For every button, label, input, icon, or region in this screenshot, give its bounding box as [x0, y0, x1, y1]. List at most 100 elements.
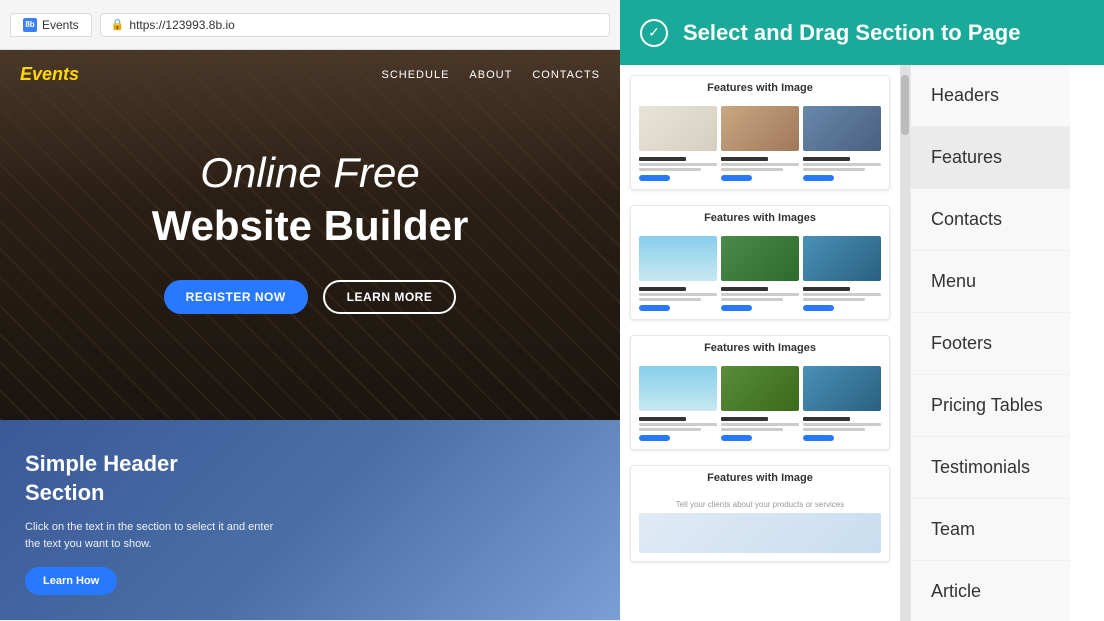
mini-label-2 [721, 157, 768, 161]
address-text: https://123993.8b.io [129, 18, 234, 32]
category-panel: Headers Features Contacts Menu Footers P… [910, 65, 1070, 621]
nav-contacts[interactable]: CONTACTS [532, 69, 600, 81]
section-card-4[interactable]: Features with Image Tell your clients ab… [630, 465, 890, 562]
learn-how-button[interactable]: Learn How [25, 567, 117, 595]
mini-btn-1 [639, 175, 670, 181]
category-headers[interactable]: Headers [911, 65, 1070, 127]
section-card-2-title: Features with Images [631, 206, 889, 228]
mini-label-sm-3 [721, 163, 799, 166]
section-card-2[interactable]: Features with Images [630, 205, 890, 320]
mini-btn-4 [639, 305, 670, 311]
register-button[interactable]: REGISTER NOW [164, 280, 308, 314]
tab-label: Events [42, 18, 79, 32]
website-preview: Events SCHEDULE ABOUT CONTACTS Online Fr… [0, 50, 620, 621]
browser-tab[interactable]: 8b Events [10, 13, 92, 37]
category-article[interactable]: Article [911, 561, 1070, 621]
mini-img-sky-1 [639, 236, 717, 281]
mini-label-3 [803, 157, 850, 161]
mini-label-sm-1 [639, 163, 717, 166]
category-contacts[interactable]: Contacts [911, 189, 1070, 251]
top-bar: ✓ Select and Drag Section to Page [620, 0, 1104, 65]
simple-header-desc: Click on the text in the section to sele… [25, 519, 285, 552]
mini-btn-5 [721, 305, 752, 311]
scrollbar-area[interactable] [900, 65, 910, 621]
mini-text-col-5 [721, 287, 799, 311]
simple-header-section: Simple HeaderSection Click on the text i… [0, 420, 620, 620]
section-card-3-title: Features with Images [631, 336, 889, 358]
mini-images-row-1 [639, 106, 881, 151]
section-card-1[interactable]: Features with Image [630, 75, 890, 190]
nav-schedule[interactable]: SCHEDULE [382, 69, 450, 81]
mini-label-sm-7 [639, 293, 717, 296]
mini-btn-8 [721, 435, 752, 441]
mini-label-6 [803, 287, 850, 291]
content-area: Features with Image [620, 65, 1104, 621]
mini-img-blue-1 [803, 236, 881, 281]
mini-text-col-4 [639, 287, 717, 311]
mini-btn-7 [639, 435, 670, 441]
hero-buttons: REGISTER NOW LEARN MORE [20, 280, 600, 314]
mini-label-9 [803, 417, 850, 421]
mini-label-4 [639, 287, 686, 291]
mini-label-sm-13 [639, 423, 717, 426]
mini-images-row-3 [639, 366, 881, 411]
mini-label-sm-10 [721, 298, 783, 301]
right-panel: ✓ Select and Drag Section to Page Featur… [620, 0, 1104, 621]
mini-text-col-7 [639, 417, 717, 441]
mini-label-sm-14 [639, 428, 701, 431]
check-mark: ✓ [648, 24, 660, 41]
mini-btn-3 [803, 175, 834, 181]
mini-text-grid-3 [639, 417, 881, 441]
mini-img-wood [721, 106, 799, 151]
nav-about[interactable]: ABOUT [469, 69, 512, 81]
site-logo: Events [20, 64, 79, 85]
lock-icon: 🔒 [111, 18, 125, 31]
hero-section: Events SCHEDULE ABOUT CONTACTS Online Fr… [0, 50, 620, 420]
section-card-3-body [631, 358, 889, 449]
mini-label-sm-5 [803, 163, 881, 166]
section-card-1-body [631, 98, 889, 189]
mini-img-office [639, 106, 717, 151]
category-pricing-tables[interactable]: Pricing Tables [911, 375, 1070, 437]
mini-label-sm-2 [639, 168, 701, 171]
mini-text-grid-2 [639, 287, 881, 311]
address-bar[interactable]: 🔒 https://123993.8b.io [100, 13, 610, 37]
thumbnails-panel[interactable]: Features with Image [620, 65, 900, 621]
section-card-4-img [639, 513, 881, 553]
category-testimonials[interactable]: Testimonials [911, 437, 1070, 499]
mini-label-sm-12 [803, 298, 865, 301]
mini-label-1 [639, 157, 686, 161]
section-card-4-title: Features with Image [631, 466, 889, 488]
mini-img-sky-2 [639, 366, 717, 411]
mini-img-blue-2 [803, 366, 881, 411]
category-features[interactable]: Features [911, 127, 1070, 189]
category-team[interactable]: Team [911, 499, 1070, 561]
mini-btn-6 [803, 305, 834, 311]
hero-content: Online Free Website Builder REGISTER NOW… [0, 99, 620, 344]
mini-img-meeting [803, 106, 881, 151]
hero-title-1: Online Free [20, 149, 600, 197]
category-footers[interactable]: Footers [911, 313, 1070, 375]
category-menu[interactable]: Menu [911, 251, 1070, 313]
mini-label-sm-16 [721, 428, 783, 431]
section-card-3[interactable]: Features with Images [630, 335, 890, 450]
mini-text-col-2 [721, 157, 799, 181]
learn-more-button[interactable]: LEARN MORE [323, 280, 457, 314]
site-nav-links: SCHEDULE ABOUT CONTACTS [382, 69, 601, 81]
check-icon: ✓ [640, 19, 668, 47]
mini-text-col-8 [721, 417, 799, 441]
section-card-4-subtitle: Tell your clients about your products or… [639, 496, 881, 513]
mini-text-col-3 [803, 157, 881, 181]
section-card-1-title: Features with Image [631, 76, 889, 98]
site-nav: Events SCHEDULE ABOUT CONTACTS [0, 50, 620, 99]
mini-label-sm-9 [721, 293, 799, 296]
browser-panel: 8b Events 🔒 https://123993.8b.io Events … [0, 0, 620, 621]
section-card-2-body [631, 228, 889, 319]
mini-label-sm-15 [721, 423, 799, 426]
mini-label-sm-18 [803, 428, 865, 431]
mini-images-row-2 [639, 236, 881, 281]
mini-img-green-1 [721, 236, 799, 281]
hero-title-2: Website Builder [20, 202, 600, 250]
mini-label-sm-4 [721, 168, 783, 171]
scrollbar-thumb[interactable] [901, 75, 909, 135]
